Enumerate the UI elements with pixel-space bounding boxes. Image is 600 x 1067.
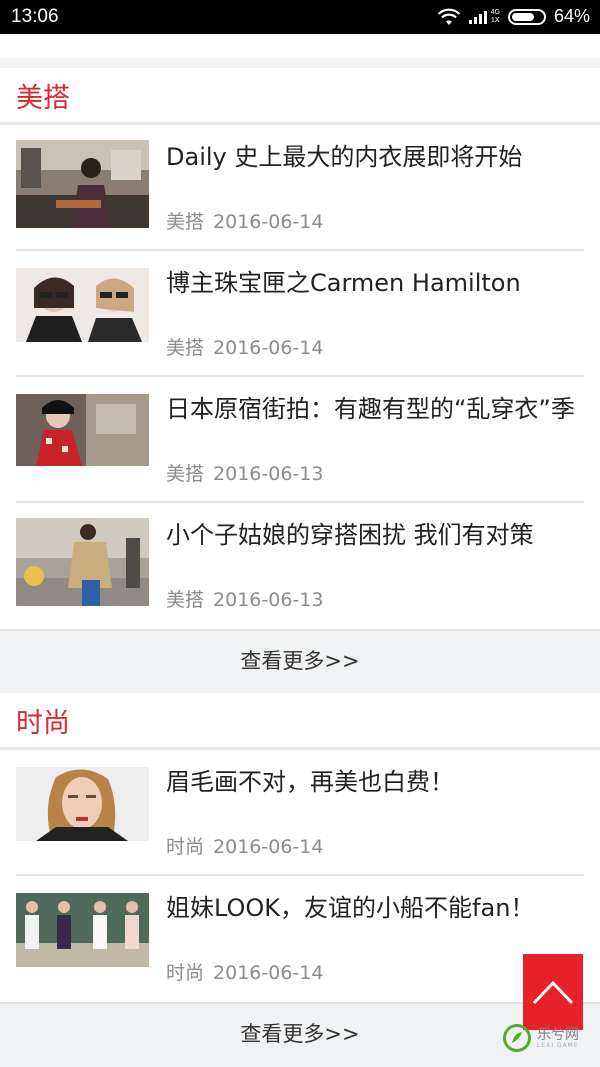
article-thumbnail[interactable] (16, 394, 149, 466)
signal-icon: 4G 1X (468, 8, 500, 25)
status-bar: 13:06 4G 1X 64% (0, 0, 600, 34)
article-meta: 美搭 2016-06-14 (166, 333, 332, 360)
article-meta: 时尚 2016-06-14 (166, 832, 332, 859)
article-thumbnail[interactable] (16, 518, 149, 606)
article-item[interactable]: 姐妹LOOK，友谊的小船不能fan！ 时尚 2016-06-14 (0, 876, 600, 1002)
article-title[interactable]: 姐妹LOOK，友谊的小船不能fan！ (166, 891, 586, 925)
article-title[interactable]: 小个子姑娘的穿搭困扰 我们有对策 (166, 518, 586, 552)
battery-icon (507, 8, 546, 25)
article-meta: 美搭 2016-06-13 (166, 585, 332, 612)
article-meta: 美搭 2016-06-14 (166, 207, 332, 234)
section-header: 美搭 (0, 68, 600, 125)
article-date: 2016-06-13 (213, 589, 324, 611)
wifi-icon (437, 8, 460, 25)
watermark-subtext: LEXI GAME (537, 1041, 579, 1049)
article-meta: 美搭 2016-06-13 (166, 459, 332, 486)
top-strip (0, 34, 600, 58)
article-thumbnail[interactable] (16, 140, 149, 228)
network-type-secondary: 1X (491, 16, 500, 24)
section-header: 时尚 (0, 693, 600, 750)
article-tag: 时尚 (166, 836, 205, 858)
section-meida: 美搭 Daily 史上最大的内衣展即将开始 美搭 2016-06-14 博主珠宝… (0, 68, 600, 689)
article-title[interactable]: 博主珠宝匣之Carmen Hamilton (166, 266, 586, 300)
watermark-text: 乐兮网 (537, 1026, 579, 1043)
article-date: 2016-06-14 (213, 337, 324, 359)
article-thumbnail[interactable] (16, 893, 149, 967)
watermark-logo-icon (503, 1024, 531, 1052)
article-item[interactable]: Daily 史上最大的内衣展即将开始 美搭 2016-06-14 (0, 125, 600, 251)
article-title[interactable]: 日本原宿街拍：有趣有型的“乱穿衣”季 (166, 392, 586, 426)
article-title[interactable]: Daily 史上最大的内衣展即将开始 (166, 140, 586, 174)
article-date: 2016-06-14 (213, 211, 324, 233)
section-shishang: 时尚 眉毛画不对，再美也白费！ 时尚 2016-06-14 姐妹LOOK，友谊的… (0, 693, 600, 1062)
view-more-button[interactable]: 查看更多>> (0, 629, 600, 689)
battery-percent: 64% (553, 6, 590, 26)
section-title: 时尚 (16, 707, 70, 739)
article-date: 2016-06-14 (213, 962, 324, 984)
article-date: 2016-06-13 (213, 463, 324, 485)
article-meta: 时尚 2016-06-14 (166, 958, 332, 985)
section-title: 美搭 (16, 82, 70, 114)
article-tag: 美搭 (166, 337, 205, 359)
article-item[interactable]: 博主珠宝匣之Carmen Hamilton 美搭 2016-06-14 (0, 251, 600, 377)
watermark: 乐兮网 LEXI GAME (503, 1024, 579, 1052)
article-tag: 美搭 (166, 211, 205, 233)
article-date: 2016-06-14 (213, 836, 324, 858)
article-item[interactable]: 眉毛画不对，再美也白费！ 时尚 2016-06-14 (0, 750, 600, 876)
article-tag: 美搭 (166, 589, 205, 611)
chevron-up-icon (532, 980, 574, 1005)
article-title[interactable]: 眉毛画不对，再美也白费！ (166, 765, 586, 799)
article-thumbnail[interactable] (16, 268, 149, 342)
article-tag: 美搭 (166, 463, 205, 485)
back-to-top-button[interactable] (523, 954, 583, 1030)
article-item[interactable]: 日本原宿街拍：有趣有型的“乱穿衣”季 美搭 2016-06-13 (0, 377, 600, 503)
article-thumbnail[interactable] (16, 767, 149, 841)
article-tag: 时尚 (166, 962, 205, 984)
status-time: 13:06 (11, 6, 59, 27)
network-type: 4G (490, 8, 500, 16)
article-item[interactable]: 小个子姑娘的穿搭困扰 我们有对策 美搭 2016-06-13 (0, 503, 600, 629)
